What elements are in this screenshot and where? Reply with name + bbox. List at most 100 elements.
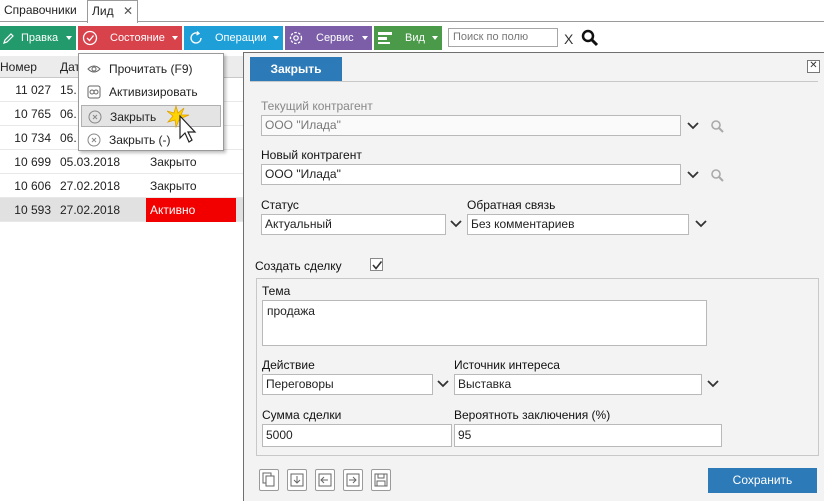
cell-number: 10 699: [14, 155, 51, 169]
chevron-down-icon: [66, 36, 72, 40]
topic-label: Тема: [262, 284, 291, 298]
toolbar: Правка Состояние Операции Сервис Вид Пои…: [0, 26, 824, 50]
topic-textarea[interactable]: продажа: [262, 300, 707, 346]
cell-number: 10 606: [14, 179, 51, 193]
import-button[interactable]: [287, 469, 307, 491]
chevron-down-icon[interactable]: [686, 119, 700, 133]
action-select[interactable]: Переговоры: [262, 374, 433, 395]
probability-label: Вероятноть заключения (%): [454, 408, 611, 422]
chevron-down-icon[interactable]: [436, 377, 450, 391]
divider: [250, 81, 818, 82]
copy-button[interactable]: [259, 469, 279, 491]
table-row[interactable]: 10 699 05.03.2018 Закрыто: [0, 150, 244, 174]
click-cursor-icon: [167, 104, 197, 143]
menu-item-label: Закрыть: [110, 110, 157, 124]
floppy-disk-icon: [374, 473, 388, 487]
cell-number: 11 027: [15, 83, 51, 97]
chevron-down-icon[interactable]: [694, 217, 708, 231]
chevron-down-icon: [362, 36, 368, 40]
menu-item-read[interactable]: Прочитать (F9): [81, 58, 221, 80]
search-icon[interactable]: [710, 168, 724, 182]
create-deal-checkbox[interactable]: [370, 258, 383, 271]
checkmark-icon: [372, 261, 383, 270]
search-icon[interactable]: [710, 119, 724, 133]
view-menu-button[interactable]: Вид: [374, 26, 442, 50]
tab-lead[interactable]: Лид ✕: [87, 0, 138, 23]
table-row[interactable]: 10 606 27.02.2018 Закрыто: [0, 174, 244, 198]
save-icon-button[interactable]: [371, 469, 391, 491]
source-label: Источник интереса: [454, 358, 560, 372]
amount-label: Сумма сделки: [262, 408, 342, 422]
layout-icon: [378, 32, 392, 44]
feedback-label: Обратная связь: [467, 198, 556, 212]
tab-directories[interactable]: Справочники: [0, 0, 86, 22]
cell-number: 10 734: [14, 131, 51, 145]
current-contractor-field: ООО "Илада": [261, 115, 681, 136]
edit-label: Правка: [21, 32, 59, 44]
edit-menu-button[interactable]: Правка: [0, 26, 76, 50]
cell-status-active: Активно: [146, 198, 236, 222]
chevron-down-icon: [273, 36, 279, 40]
current-contractor-label: Текущий контрагент: [261, 99, 373, 113]
menu-item-label: Закрыть (-): [109, 133, 171, 147]
feedback-select[interactable]: Без комментариев: [467, 214, 689, 235]
menu-item-activate[interactable]: Активизировать: [81, 81, 221, 103]
search-input[interactable]: Поиск по полю: [448, 28, 558, 47]
create-deal-label: Создать сделку: [255, 259, 342, 273]
chevron-down-icon[interactable]: [449, 217, 463, 231]
save-button[interactable]: Сохранить: [708, 468, 817, 493]
column-header-number[interactable]: Номер: [0, 56, 57, 78]
close-tab-icon[interactable]: ✕: [123, 1, 133, 22]
refresh-icon: [190, 31, 202, 44]
table-row-selected[interactable]: 10 593 27.02.2018 Активно: [0, 198, 244, 222]
chevron-down-icon[interactable]: [686, 168, 700, 182]
back-button[interactable]: [315, 469, 335, 491]
state-label: Состояние: [110, 32, 165, 44]
cell-status: Закрыто: [150, 155, 197, 169]
operations-label: Операции: [215, 32, 267, 44]
cell-date: 27.02.2018: [60, 203, 121, 217]
new-contractor-field[interactable]: ООО "Илада": [261, 164, 681, 185]
eye-icon: [87, 65, 101, 73]
cell-number: 10 593: [14, 203, 51, 217]
new-contractor-label: Новый контрагент: [261, 148, 362, 162]
cell-status: Закрыто: [150, 179, 197, 193]
state-menu-button[interactable]: Состояние: [78, 26, 182, 50]
tab-bar: Справочники Лид ✕: [0, 0, 824, 23]
clear-search-icon[interactable]: X: [564, 30, 573, 48]
menu-item-label: Прочитать (F9): [109, 62, 193, 76]
copy-icon: [262, 472, 275, 487]
arrow-right-icon: [346, 473, 360, 487]
operations-menu-button[interactable]: Операции: [184, 26, 283, 50]
status-label: Статус: [261, 198, 299, 212]
forward-button[interactable]: [343, 469, 363, 491]
close-dialog-icon[interactable]: ✕: [807, 60, 820, 73]
status-select[interactable]: Актуальный: [261, 214, 446, 235]
gear-icon: [289, 31, 303, 45]
service-label: Сервис: [316, 32, 354, 44]
close-lead-dialog: Закрыть ✕ Текущий контрагент ООО "Илада"…: [243, 52, 824, 501]
dialog-title: Закрыть: [250, 57, 342, 81]
cell-number: 10 765: [14, 107, 51, 121]
deal-section: Тема продажа Действие Переговоры Источни…: [256, 278, 819, 456]
tab-label: Справочники: [4, 3, 77, 17]
view-label: Вид: [405, 32, 425, 44]
service-menu-button[interactable]: Сервис: [285, 26, 372, 50]
probability-field[interactable]: 95: [454, 424, 722, 447]
cell-date: 05.03.2018: [60, 155, 121, 169]
arrow-left-icon: [318, 473, 332, 487]
menu-item-label: Активизировать: [109, 85, 198, 99]
source-select[interactable]: Выставка: [454, 374, 702, 395]
chevron-down-icon: [432, 36, 438, 40]
search-icon[interactable]: [581, 29, 599, 47]
close-circle-icon: [88, 110, 102, 124]
amount-field[interactable]: 5000: [262, 424, 452, 447]
cell-date: 27.02.2018: [60, 179, 121, 193]
action-label: Действие: [262, 358, 315, 372]
chevron-down-icon[interactable]: [706, 377, 720, 391]
download-icon: [290, 473, 304, 487]
state-dropdown-menu: Прочитать (F9) Активизировать Закрыть За…: [78, 53, 224, 151]
tab-label: Лид: [92, 4, 114, 18]
close-circle-icon: [87, 133, 101, 147]
activate-icon: [87, 85, 101, 99]
